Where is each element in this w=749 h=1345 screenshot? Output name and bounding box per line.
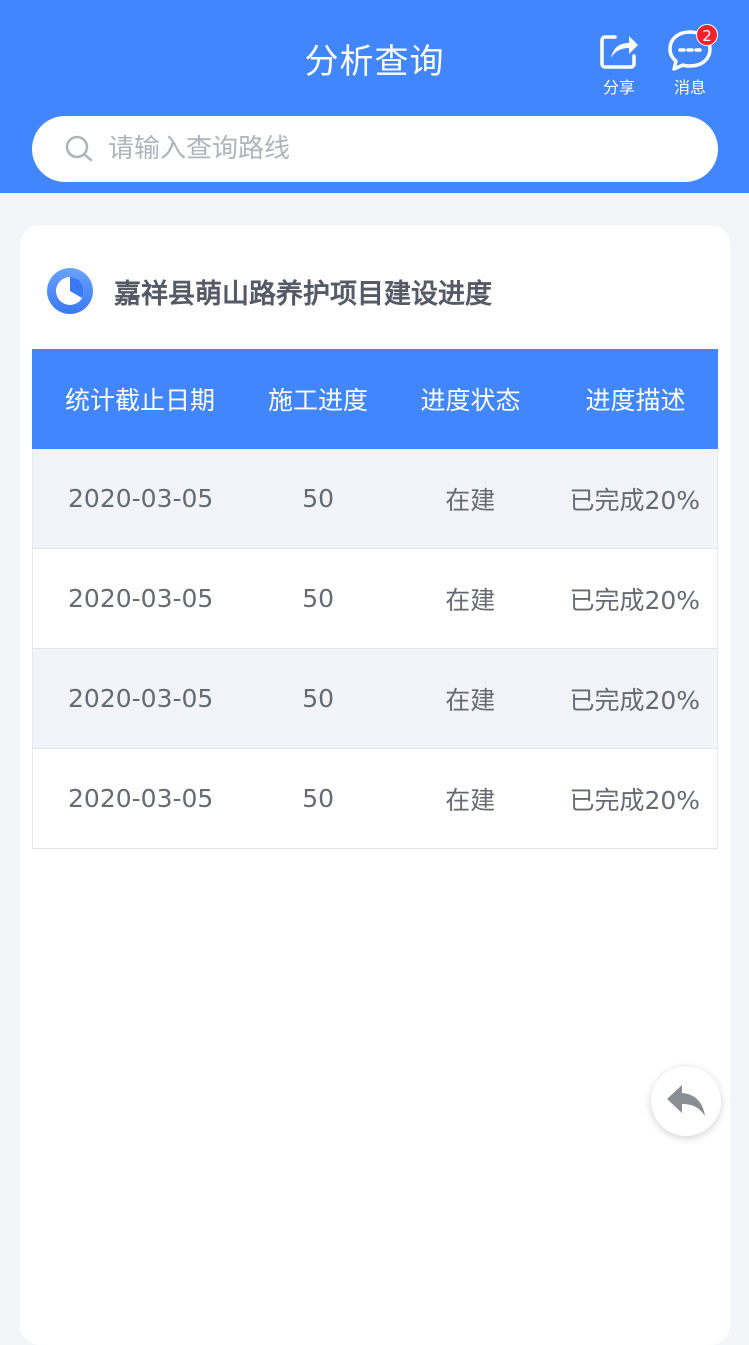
- cell-progress: 50: [302, 784, 335, 813]
- cell-status: 在建: [445, 585, 496, 615]
- table-header-row: 统计截止日期 施工进度 进度状态 进度描述: [32, 349, 718, 449]
- message-badge: 2: [696, 24, 718, 46]
- cell-status: 在建: [445, 485, 496, 515]
- cell-date: 2020-03-05: [68, 684, 214, 713]
- cell-date: 2020-03-05: [68, 484, 214, 513]
- table-body: 2020-03-05 50 在建 已完成20% 2020-03-05 50 在建…: [32, 449, 718, 849]
- cell-progress: 50: [302, 584, 335, 613]
- column-header-description: 进度描述: [585, 386, 686, 415]
- message-label: 消息: [673, 78, 706, 97]
- search-bar[interactable]: [32, 116, 718, 182]
- message-button[interactable]: 2 消息: [660, 24, 720, 98]
- card-header: 嘉祥县萌山路养护项目建设进度: [46, 267, 492, 315]
- table-row: 2020-03-05 50 在建 已完成20%: [33, 549, 717, 649]
- search-icon: [65, 135, 93, 162]
- cell-description: 已完成20%: [569, 585, 701, 615]
- cell-status: 在建: [445, 785, 496, 815]
- progress-card: 嘉祥县萌山路养护项目建设进度 统计截止日期 施工进度 进度状态 进度描述 202…: [20, 225, 730, 1345]
- column-header-progress: 施工进度: [267, 386, 368, 415]
- cell-description: 已完成20%: [569, 485, 701, 515]
- table-row: 2020-03-05 50 在建 已完成20%: [33, 749, 717, 849]
- progress-table: 统计截止日期 施工进度 进度状态 进度描述 2020-03-05 50 在建 已…: [32, 349, 718, 849]
- column-header-date: 统计截止日期: [64, 386, 215, 415]
- share-label: 分享: [602, 78, 635, 97]
- clock-icon: [47, 268, 93, 314]
- column-header-status: 进度状态: [420, 386, 521, 415]
- table-row: 2020-03-05 50 在建 已完成20%: [33, 649, 717, 749]
- cell-progress: 50: [302, 684, 335, 713]
- cell-description: 已完成20%: [569, 785, 701, 815]
- cell-date: 2020-03-05: [68, 584, 214, 613]
- cell-date: 2020-03-05: [68, 784, 214, 813]
- share-button[interactable]: 分享: [589, 28, 649, 98]
- back-button[interactable]: [651, 1066, 721, 1136]
- table-row: 2020-03-05 50 在建 已完成20%: [33, 449, 717, 549]
- cell-status: 在建: [445, 685, 496, 715]
- card-title: 嘉祥县萌山路养护项目建设进度: [114, 278, 492, 310]
- share-icon: [600, 35, 638, 69]
- cell-description: 已完成20%: [569, 685, 701, 715]
- search-input[interactable]: [108, 134, 668, 164]
- reply-arrow-icon: [667, 1085, 705, 1116]
- app-header: 分析查询 分享 2 消息: [0, 0, 749, 193]
- cell-progress: 50: [302, 484, 335, 513]
